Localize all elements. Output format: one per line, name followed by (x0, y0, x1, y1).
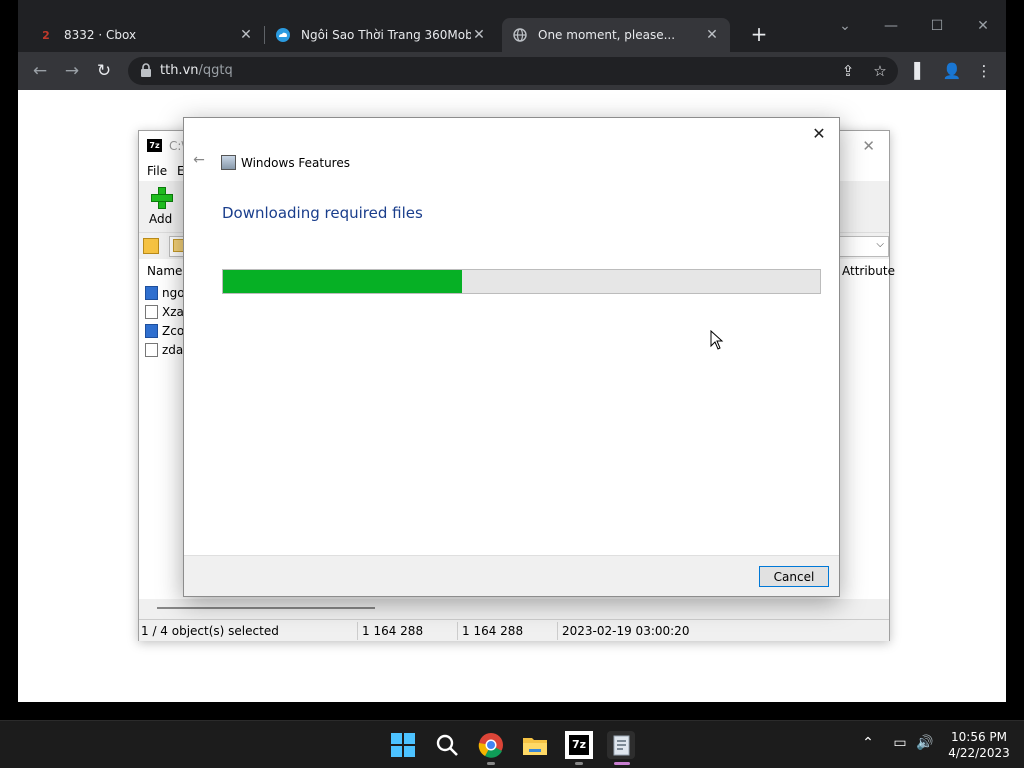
status-bar: 1 / 4 object(s) selected 1 164 288 1 164… (139, 619, 889, 641)
running-indicator (575, 762, 583, 765)
start-windows-icon[interactable] (389, 731, 417, 759)
windows-features-taskbar-icon[interactable] (607, 731, 635, 759)
tab-ngoisao[interactable]: Ngôi Sao Thời Trang 360Mobi Al ✕ (265, 18, 497, 52)
maximize-button[interactable]: ☐ (914, 12, 960, 40)
dialog-footer: Cancel (184, 555, 839, 596)
cbox-icon: 2 (42, 28, 50, 42)
close-icon[interactable]: ✕ (807, 122, 831, 146)
bookmark-star-icon[interactable]: ☆ (869, 60, 891, 82)
status-selected: 1 / 4 object(s) selected (141, 624, 279, 638)
dialog-heading: Downloading required files (222, 204, 423, 222)
back-arrow-icon[interactable]: ← (29, 60, 51, 82)
column-name[interactable]: Name (147, 264, 182, 278)
chevron-down-icon[interactable]: ⌵ (876, 239, 884, 250)
list-item[interactable]: ngo (145, 286, 185, 304)
volume-icon[interactable]: 🔊 (915, 735, 935, 751)
tab-title: 8332 · Cbox (64, 28, 137, 42)
browser-toolbar: ← → ↻ tth.vn/qgtq ⇪ ☆ ▌ 👤 ⋮ (18, 52, 1006, 90)
active-indicator (614, 762, 630, 765)
globe-icon (512, 27, 528, 43)
status-size: 1 164 288 (362, 624, 424, 638)
profile-icon[interactable]: 👤 (941, 60, 963, 82)
sevenzip-logo-icon: 7z (147, 139, 162, 152)
lock-icon (141, 63, 151, 77)
chrome-icon[interactable] (477, 731, 505, 759)
file-icon (145, 343, 158, 357)
reload-icon[interactable]: ↻ (93, 60, 115, 82)
status-modified: 2023-02-19 03:00:20 (562, 624, 690, 638)
progress-bar-fill (223, 270, 462, 293)
system-clock[interactable]: 10:56 PM 4/22/2023 (948, 729, 1010, 761)
back-arrow-icon[interactable]: ← (190, 152, 208, 170)
close-tab-icon[interactable]: ✕ (238, 27, 254, 43)
chevron-up-icon[interactable]: ⌃ (858, 735, 878, 751)
file-icon (145, 324, 158, 338)
tab-one-moment[interactable]: One moment, please... ✕ (502, 18, 730, 52)
cloud-icon (275, 27, 291, 43)
dialog-title: Windows Features (241, 156, 350, 170)
tab-strip: 2 8332 · Cbox ✕ Ngôi Sao Thời Trang 360M… (18, 0, 1006, 52)
column-attributes[interactable]: Attribute (842, 264, 895, 278)
file-icon (145, 286, 158, 300)
clock-time: 10:56 PM (951, 730, 1007, 744)
share-icon[interactable]: ⇪ (837, 60, 859, 82)
search-icon[interactable] (433, 731, 461, 759)
cancel-button[interactable]: Cancel (759, 566, 829, 587)
windows-features-dialog: ✕ ← Windows Features Downloading require… (183, 117, 840, 597)
mouse-cursor-icon (710, 330, 724, 350)
file-explorer-icon[interactable] (521, 731, 549, 759)
taskbar: 7z ⌃ ▭ 🔊 10:56 PM 4/22/2023 (0, 720, 1024, 768)
horizontal-scrollbar[interactable] (139, 599, 889, 617)
menu-kebab-icon[interactable]: ⋮ (973, 60, 995, 82)
windows-features-icon (221, 155, 236, 170)
sevenzip-taskbar-icon[interactable]: 7z (565, 731, 593, 759)
tab-title: One moment, please... (538, 28, 676, 42)
close-window-button[interactable]: ✕ (960, 12, 1006, 40)
close-tab-icon[interactable]: ✕ (704, 27, 720, 43)
status-packed: 1 164 288 (462, 624, 524, 638)
running-indicator (487, 762, 495, 765)
progress-bar (222, 269, 821, 294)
list-item[interactable]: zdat (145, 343, 188, 361)
minimize-button[interactable]: — (868, 12, 914, 40)
clock-date: 4/22/2023 (948, 746, 1010, 760)
tab-search-chevron-icon[interactable]: ⌄ (822, 12, 868, 40)
url-text: tth.vn/qgtq (160, 63, 233, 78)
network-icon[interactable]: ▭ (890, 735, 910, 751)
file-icon (145, 305, 158, 319)
tab-cbox[interactable]: 2 8332 · Cbox ✕ (28, 18, 264, 52)
side-panel-icon[interactable]: ▌ (909, 60, 931, 82)
close-icon[interactable]: ✕ (862, 137, 875, 155)
close-tab-icon[interactable]: ✕ (471, 27, 487, 43)
add-plus-icon[interactable] (151, 187, 173, 209)
address-bar[interactable]: tth.vn/qgtq (128, 57, 898, 85)
scrollbar-thumb[interactable] (157, 607, 375, 609)
menu-file[interactable]: File (147, 164, 167, 178)
forward-arrow-icon[interactable]: → (61, 60, 83, 82)
tab-title: Ngôi Sao Thời Trang 360Mobi Al (301, 28, 471, 42)
new-tab-button[interactable]: + (749, 24, 769, 46)
folder-up-icon[interactable] (143, 238, 159, 254)
add-button-label[interactable]: Add (149, 212, 172, 226)
